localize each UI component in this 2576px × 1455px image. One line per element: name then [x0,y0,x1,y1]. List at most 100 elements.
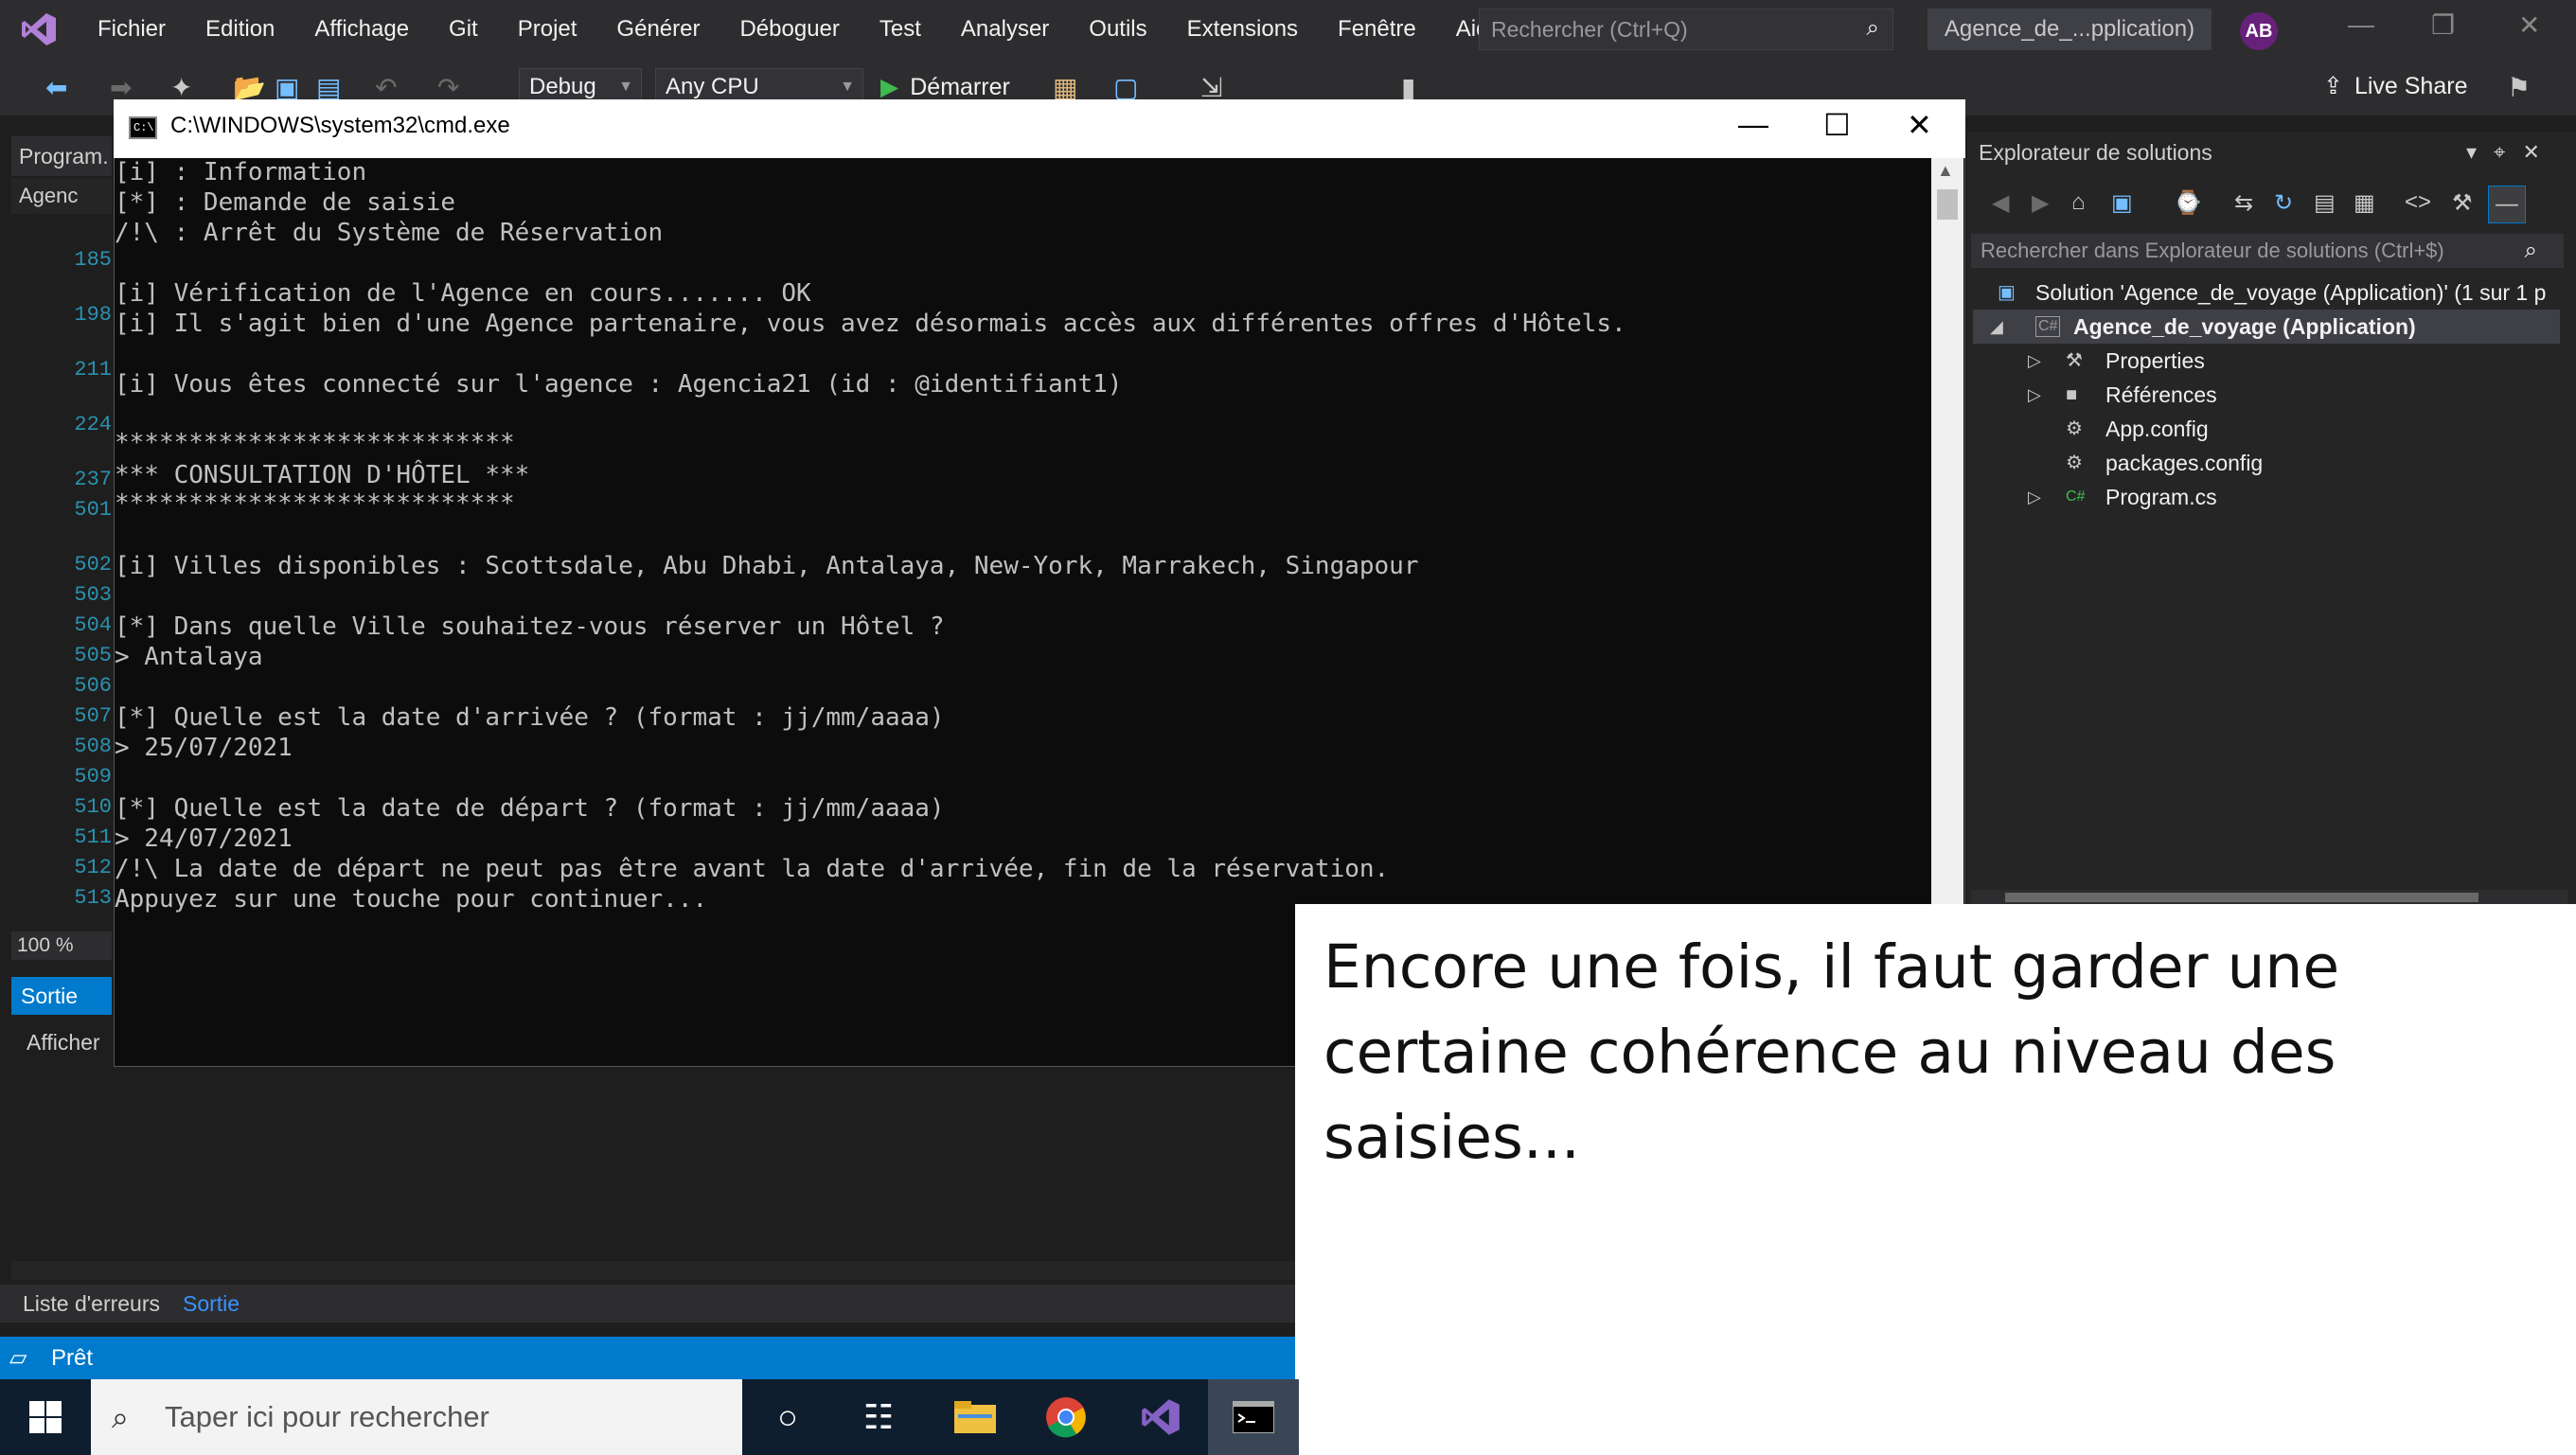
tree-item-label: Program.cs [2105,485,2217,509]
live-share-icon: ⇪ [2323,73,2343,99]
live-share-button[interactable]: ⇪ Live Share [2323,72,2467,100]
tree-project[interactable]: ◢ C# Agence_de_voyage (Application) [1973,310,2560,344]
tree-item-program-cs[interactable]: ▷ C# Program.cs [1988,480,2556,514]
search-input[interactable]: Rechercher (Ctrl+Q) ⌕ [1479,9,1893,50]
sync-icon[interactable]: ⇆ [2234,189,2253,217]
maximize-icon[interactable]: ☐ [1823,107,1851,143]
properties-wrench-icon[interactable]: ⚒ [2452,189,2473,217]
restore-icon[interactable]: ❐ [2431,9,2455,41]
tab-output[interactable]: Sortie [183,1285,240,1322]
minimize-icon[interactable]: — [1738,107,1768,142]
collapse-all-icon[interactable]: ▤ [2314,189,2336,217]
back-icon[interactable]: ⬅ [45,72,67,103]
back-icon[interactable]: ◀ [1992,189,2009,217]
menu-affichage[interactable]: Affichage [294,0,429,59]
console-line: *************************** [115,489,515,518]
preview-icon[interactable]: — [2488,186,2526,223]
menu-outils[interactable]: Outils [1069,0,1166,59]
feedback-icon[interactable]: ⚑ [2507,72,2531,103]
menu-edition[interactable]: Edition [186,0,294,59]
zoom-level[interactable]: 100 % [11,932,112,960]
caption-text: Encore une fois, il faut garder une cert… [1324,932,2340,1172]
cmd-taskbar-icon[interactable] [1208,1379,1299,1455]
taskbar-search-input[interactable]: ⌕ Taper ici pour rechercher [91,1379,742,1455]
scrollbar-thumb[interactable] [1937,189,1958,220]
menu-test[interactable]: Test [860,0,941,59]
project-title: Agence_de_...pplication) [1928,9,2212,50]
task-view-icon[interactable]: ☷ [833,1379,924,1455]
caption-box: Encore une fois, il faut garder une cert… [1295,904,2576,1455]
switch-views-icon[interactable]: ▣ [2111,189,2133,217]
wrench-icon: ⚒ [2066,350,2083,371]
tree-item-label: Properties [2105,348,2205,373]
cmd-scrollbar[interactable] [1931,158,1963,906]
visual-studio-icon[interactable] [1115,1379,1206,1455]
line-number: 507 [74,704,112,728]
file-explorer-icon[interactable] [930,1379,1021,1455]
tree-item-references[interactable]: ▷ ■ Références [1988,378,2556,412]
solution-label: Solution 'Agence_de_voyage (Application)… [2035,280,2547,305]
chevron-down-icon: ◢ [1990,317,2003,336]
line-number: 506 [74,674,112,698]
line-number: 224 [74,413,112,436]
minimize-icon[interactable]: — [2348,9,2374,40]
menu-fenetre[interactable]: Fenêtre [1318,0,1436,59]
tab-error-list[interactable]: Liste d'erreurs [23,1285,160,1322]
console-line: /!\ : Arrêt du Système de Réservation [115,219,664,247]
close-icon[interactable]: ✕ [1907,107,1932,143]
menu-projet[interactable]: Projet [498,0,597,59]
console-line: [i] Il s'agit bien d'une Agence partenai… [115,310,1626,338]
solution-search-input[interactable]: Rechercher dans Explorateur de solutions… [1971,234,2564,268]
cortana-icon[interactable]: ○ [742,1379,833,1455]
menu-fichier[interactable]: Fichier [78,0,186,59]
line-number: 502 [74,553,112,577]
solution-icon: ▣ [1998,282,2016,303]
visual-studio-logo-icon [0,0,78,59]
live-share-label: Live Share [2354,73,2468,99]
tree-item-label: Références [2105,382,2217,407]
scrollbar-thumb[interactable] [2005,893,2478,902]
line-number: 505 [74,644,112,667]
console-line: [i] Villes disponibles : Scottsdale, Abu… [115,552,1419,580]
menu-extensions[interactable]: Extensions [1167,0,1318,59]
code-view-icon[interactable]: <> [2405,189,2431,216]
console-line: [*] Quelle est la date de départ ? (form… [115,794,945,823]
line-number: 509 [74,765,112,789]
home-icon[interactable]: ⌂ [2071,189,2086,216]
tree-item-label: packages.config [2105,451,2264,475]
config-file-icon: ⚙ [2066,418,2083,439]
console-line: Appuyez sur une touche pour continuer... [115,885,708,914]
console-line: > 25/07/2021 [115,734,293,762]
refresh-icon[interactable]: ↻ [2274,189,2293,217]
close-icon[interactable]: ✕ [2518,9,2540,41]
tree-item-app-config[interactable]: ⚙ App.config [1988,412,2556,446]
menu-git[interactable]: Git [429,0,498,59]
chrome-icon[interactable] [1021,1379,1111,1455]
forward-icon[interactable]: ▶ [2032,189,2049,217]
console-line: > Antalaya [115,643,263,671]
csharp-file-icon: C# [2066,488,2086,505]
menu-deboguer[interactable]: Déboguer [720,0,859,59]
start-button[interactable] [0,1379,91,1455]
menu-analyser[interactable]: Analyser [941,0,1069,59]
dropdown-icon[interactable]: ▾ [2466,140,2494,164]
avatar[interactable]: AB [2240,12,2278,50]
editor-nav-dropdown[interactable]: Agenc [11,178,112,214]
tree-item-properties[interactable]: ▷ ⚒ Properties [1988,344,2556,378]
tree-solution[interactable]: ▣ Solution 'Agence_de_voyage (Applicatio… [1988,275,2575,310]
tree-item-packages-config[interactable]: ⚙ packages.config [1988,446,2556,480]
pin-icon[interactable]: ⌖ [2494,140,2522,164]
scroll-up-icon[interactable]: ▲ [1937,161,1954,181]
show-all-icon[interactable]: ▦ [2354,189,2375,217]
line-number: 513 [74,886,112,910]
line-number: 185 [74,248,112,272]
line-number: 237 [74,468,112,491]
editor-tab[interactable]: Program. [11,136,112,176]
close-icon[interactable]: ✕ [2522,140,2556,164]
menu-generer[interactable]: Générer [596,0,720,59]
panel-controls: ▾⌖✕ [2466,140,2557,165]
history-icon[interactable]: ⌚ [2174,189,2202,217]
output-scrollbar[interactable] [11,1261,1295,1280]
chevron-right-icon: ▷ [2028,488,2041,506]
cmd-titlebar: C:\ C:\WINDOWS\system32\cmd.exe — ☐ ✕ [114,99,1965,158]
